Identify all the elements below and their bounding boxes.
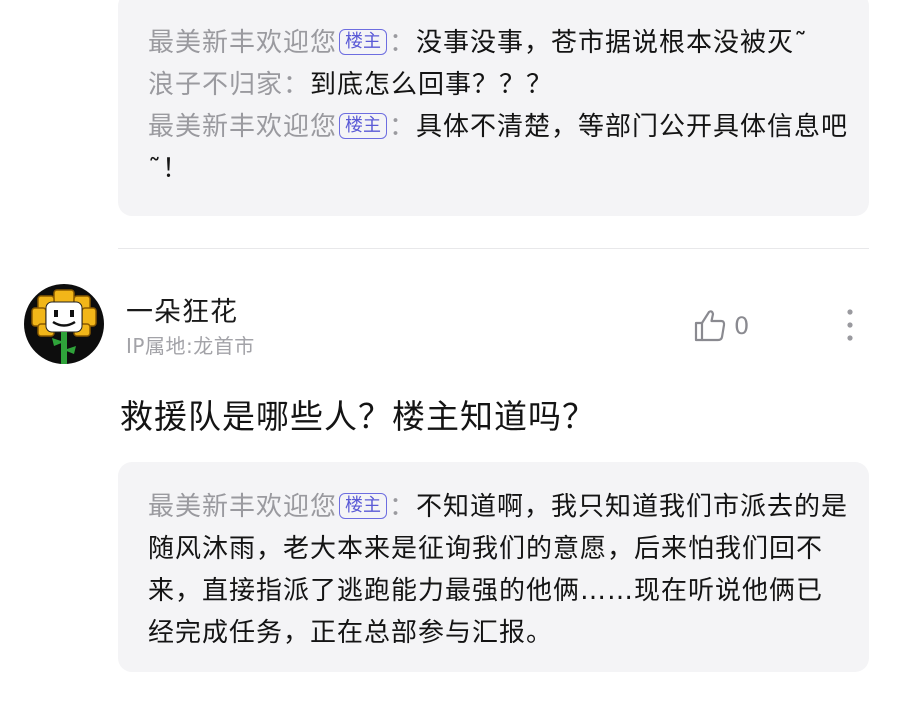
like-button[interactable]: 0	[692, 306, 749, 346]
comment-divider	[118, 248, 869, 249]
op-badge: 楼主	[339, 113, 388, 139]
reply-username[interactable]: 最美新丰欢迎您	[148, 492, 337, 522]
ip-location: IP属地:龙首市	[126, 334, 255, 358]
like-count: 0	[734, 312, 750, 340]
op-badge: 楼主	[339, 29, 388, 55]
reply-item[interactable]: 最美新丰欢迎您 楼主 ：没事没事，苍市据说根本没被灭˜	[148, 22, 849, 64]
reply-box: 最美新丰欢迎您 楼主 ：没事没事，苍市据说根本没被灭˜ 浪子不归家：到底怎么回事？？…	[118, 0, 869, 216]
reply-separator: ：	[389, 28, 417, 58]
flower-avatar-icon	[24, 284, 104, 364]
reply-username[interactable]: 浪子不归家	[148, 70, 283, 100]
reply-username[interactable]: 最美新丰欢迎您	[148, 112, 337, 142]
more-options-button[interactable]	[836, 306, 864, 346]
thumb-up-icon	[694, 310, 726, 342]
comment-username[interactable]: 一朵狂花	[126, 290, 238, 329]
reply-separator: ：	[283, 70, 311, 100]
more-vertical-icon	[847, 309, 853, 341]
reply-item[interactable]: 最美新丰欢迎您 楼主 ：具体不清楚，等部门公开具体信息吧˜！	[148, 106, 849, 190]
reply-separator: ：	[389, 112, 417, 142]
reply-username[interactable]: 最美新丰欢迎您	[148, 28, 337, 58]
reply-item[interactable]: 最美新丰欢迎您 楼主 ：不知道啊，我只知道我们市派去的是随风沐雨，老大本来是征询我们…	[148, 486, 849, 654]
reply-item[interactable]: 浪子不归家：到底怎么回事？？？	[148, 64, 849, 106]
reply-box: 最美新丰欢迎您 楼主 ：不知道啊，我只知道我们市派去的是随风沐雨，老大本来是征询我们…	[118, 462, 869, 672]
op-badge: 楼主	[339, 493, 388, 519]
reply-separator: ：	[389, 492, 417, 522]
user-avatar[interactable]	[24, 284, 104, 364]
reply-text: 没事没事，苍市据说根本没被灭˜	[416, 28, 809, 58]
comment-text[interactable]: 救援队是哪些人？楼主知道吗？	[120, 390, 596, 438]
reply-text: 到底怎么回事？？？	[310, 70, 554, 100]
